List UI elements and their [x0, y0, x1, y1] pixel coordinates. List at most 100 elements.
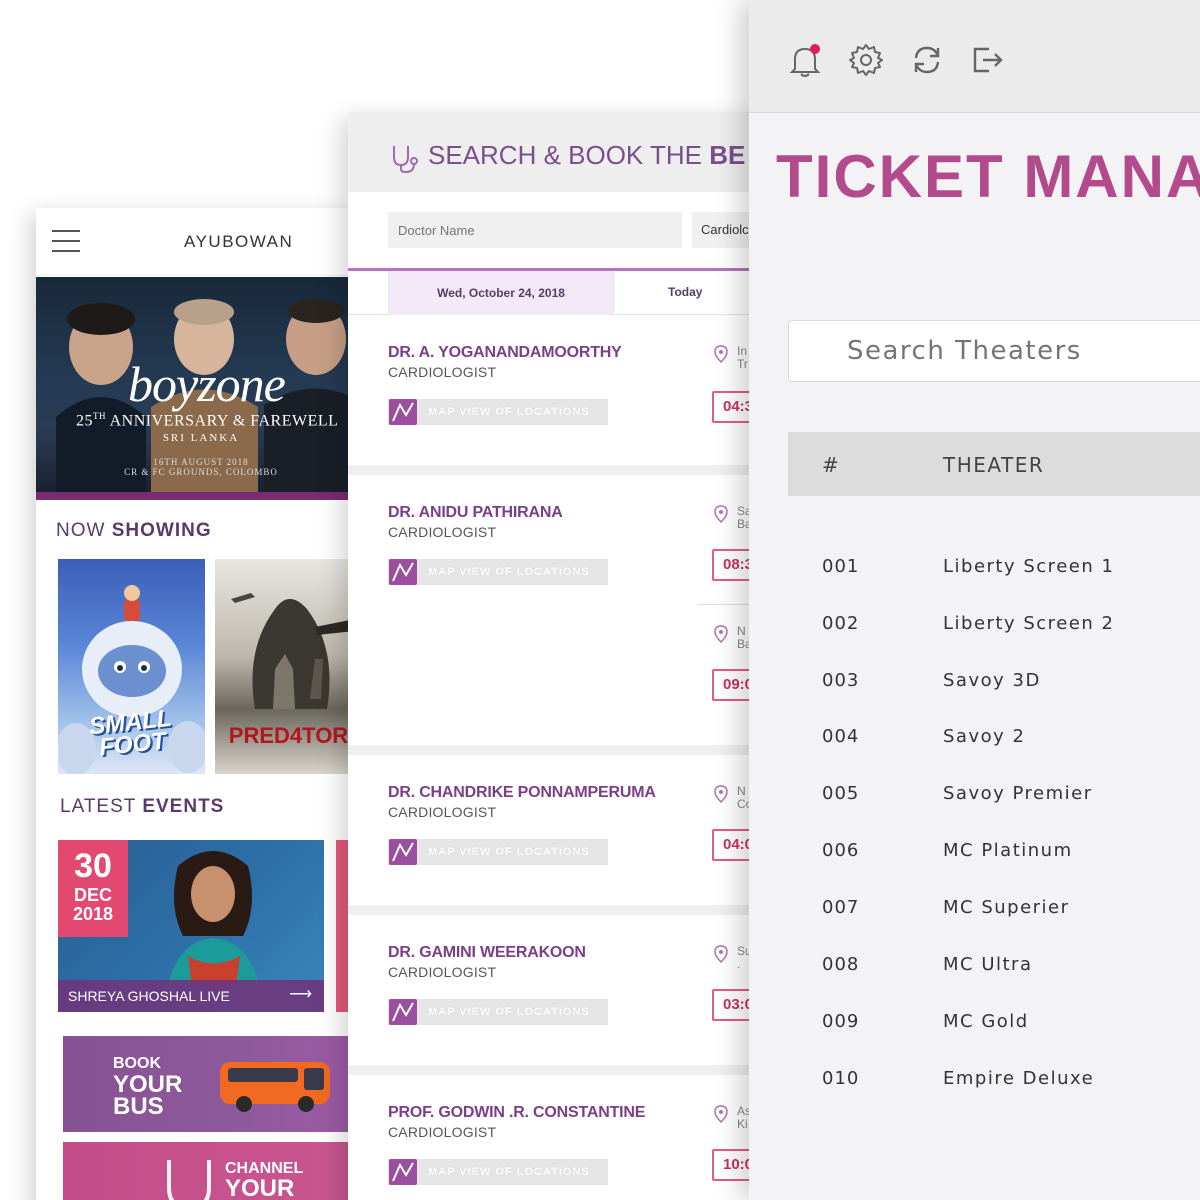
row-number: 003: [822, 670, 860, 691]
map-icon: [389, 999, 417, 1025]
row-theater-name: Liberty Screen 2: [943, 613, 1115, 634]
doctor-specialty: CARDIOLOGIST: [388, 964, 497, 980]
location-pin-icon: [714, 625, 728, 643]
date-selector-bar: Wed, October 24, 2018 Today: [348, 268, 768, 315]
app-brand: AYUBOWAN: [184, 232, 294, 251]
banner-band-name: boyzone: [128, 356, 286, 412]
row-number: 009: [822, 1011, 860, 1032]
row-number: 005: [822, 783, 860, 804]
page-title: TICKET MANA: [776, 143, 1200, 210]
doctor-card: DR. CHANDRIKE PONNAMPERUMA CARDIOLOGIST …: [348, 755, 768, 905]
concert-banner[interactable]: boyzone 25TH ANNIVERSARY & FAREWELL SRI …: [36, 277, 366, 492]
doctor-card: DR. A. YOGANANDAMOORTHY CARDIOLOGIST MAP…: [348, 315, 768, 465]
movie-poster-smallfoot[interactable]: SMALL FOOT: [58, 559, 205, 774]
row-theater-name: MC Platinum: [943, 840, 1073, 861]
doctor-page-title: SEARCH & BOOK THE BE: [428, 140, 746, 170]
doctor-header: SEARCH & BOOK THE BE: [348, 112, 768, 192]
doctor-card: PROF. GODWIN .R. CONSTANTINE CARDIOLOGIS…: [348, 1075, 768, 1200]
ticket-management-screen: TICKET MANA # THEATER 001 Liberty Screen…: [749, 0, 1200, 1200]
column-header-number[interactable]: #: [822, 453, 839, 477]
card-separator: [348, 905, 768, 915]
book-bus-card[interactable]: BOOK YOUR BUS: [63, 1036, 366, 1132]
row-number: 001: [822, 556, 860, 577]
row-number: 008: [822, 954, 860, 975]
latest-events-heading: LATEST EVENTS: [60, 796, 225, 817]
doctor-name[interactable]: DR. ANIDU PATHIRANA: [388, 504, 563, 522]
location-pin-icon: [714, 945, 728, 963]
map-view-button[interactable]: MAP VIEW OF LOCATIONS: [388, 559, 608, 585]
card-separator: [348, 1065, 768, 1075]
now-showing-heading: NOW SHOWING: [56, 520, 212, 541]
location-pin-icon: [714, 1105, 728, 1123]
row-theater-name: MC Superier: [943, 897, 1070, 918]
map-icon: [389, 1159, 417, 1185]
banner-location: SRI LANKA: [162, 432, 240, 444]
map-view-button[interactable]: MAP VIEW OF LOCATIONS: [388, 999, 608, 1025]
row-theater-name: MC Gold: [943, 1011, 1029, 1032]
stethoscope-icon: [167, 1160, 211, 1200]
map-view-button[interactable]: MAP VIEW OF LOCATIONS: [388, 399, 608, 425]
table-row[interactable]: 009 MC Gold: [788, 1003, 1200, 1043]
map-view-button[interactable]: MAP VIEW OF LOCATIONS: [388, 1159, 608, 1185]
mobile-header: AYUBOWAN: [36, 208, 366, 276]
row-number: 007: [822, 897, 860, 918]
arrow-right-icon[interactable]: ⟶: [289, 984, 312, 1004]
doctor-name[interactable]: DR. GAMINI WEERAKOON: [388, 944, 586, 962]
doctor-specialty: CARDIOLOGIST: [388, 524, 497, 540]
doctor-specialty: CARDIOLOGIST: [388, 364, 497, 380]
location-pin-icon: [714, 345, 728, 363]
today-tab[interactable]: Today: [668, 285, 702, 299]
channel-text: CHANNEL YOUR: [225, 1160, 304, 1200]
table-row[interactable]: 001 Liberty Screen 1: [788, 548, 1200, 588]
movie-poster-predator[interactable]: PRED4TOR: [215, 559, 362, 774]
map-view-button[interactable]: MAP VIEW OF LOCATIONS: [388, 839, 608, 865]
top-toolbar: [749, 0, 1200, 113]
banner-accent-bar: [36, 492, 366, 500]
doctor-name[interactable]: DR. A. YOGANANDAMOORTHY: [388, 344, 622, 362]
table-row[interactable]: 002 Liberty Screen 2: [788, 605, 1200, 645]
map-icon: [389, 399, 417, 425]
row-number: 004: [822, 726, 860, 747]
banner-subtitle: 25TH ANNIVERSARY & FAREWELL: [76, 411, 339, 430]
gear-icon[interactable]: [847, 41, 885, 79]
table-row[interactable]: 006 MC Platinum: [788, 832, 1200, 872]
notification-dot: [810, 44, 820, 54]
row-number: 010: [822, 1068, 860, 1089]
table-row[interactable]: 008 MC Ultra: [788, 946, 1200, 986]
row-theater-name: Savoy 2: [943, 726, 1026, 747]
table-row[interactable]: 010 Empire Deluxe: [788, 1060, 1200, 1100]
table-row[interactable]: 004 Savoy 2: [788, 718, 1200, 758]
channel-doctor-card[interactable]: CHANNEL YOUR: [63, 1142, 366, 1200]
doctor-card: DR. GAMINI WEERAKOON CARDIOLOGIST MAP VI…: [348, 915, 768, 1065]
event-card-shreya[interactable]: 30 DEC 2018 SHREYA GHOSHAL LIVE ⟶: [58, 840, 324, 1012]
showcase-stage: AYUBOWAN boyzone 25TH ANNIVERSARY & FARE…: [0, 0, 1200, 1200]
row-number: 002: [822, 613, 860, 634]
table-row[interactable]: 003 Savoy 3D: [788, 662, 1200, 702]
doctor-specialty: CARDIOLOGIST: [388, 1124, 497, 1140]
book-bus-text: BOOK YOUR BUS: [113, 1055, 183, 1120]
location-pin-icon: [714, 505, 728, 523]
logout-icon[interactable]: [969, 41, 1007, 79]
table-row[interactable]: 007 MC Superier: [788, 889, 1200, 929]
doctor-name[interactable]: DR. CHANDRIKE PONNAMPERUMA: [388, 784, 656, 802]
doctor-card: DR. ANIDU PATHIRANA CARDIOLOGIST MAP VIE…: [348, 475, 768, 745]
row-theater-name: Savoy 3D: [943, 670, 1041, 691]
event-artist-photo: [168, 851, 260, 986]
bus-icon: [220, 1062, 330, 1112]
refresh-icon[interactable]: [908, 41, 946, 79]
selected-date-tab[interactable]: Wed, October 24, 2018: [388, 271, 614, 315]
poster-title-predator: PRED4TOR: [228, 723, 349, 748]
card-separator: [348, 745, 768, 755]
doctor-booking-screen: SEARCH & BOOK THE BE Cardiolc Wed, Octob…: [348, 112, 768, 1200]
banner-date: 16TH AUGUST 2018 CR & FC GROUNDS, COLOMBO: [124, 457, 278, 477]
doctor-name-input[interactable]: [388, 212, 682, 248]
map-icon: [389, 839, 417, 865]
column-header-theater[interactable]: THEATER: [943, 453, 1044, 477]
search-theaters-input[interactable]: [788, 320, 1200, 382]
doctor-name[interactable]: PROF. GODWIN .R. CONSTANTINE: [388, 1104, 645, 1122]
hamburger-menu-icon[interactable]: [52, 230, 80, 252]
table-row[interactable]: 005 Savoy Premier: [788, 775, 1200, 815]
location-text: In Tr: [737, 344, 748, 371]
event-label: SHREYA GHOSHAL LIVE: [68, 988, 230, 1004]
map-icon: [389, 559, 417, 585]
